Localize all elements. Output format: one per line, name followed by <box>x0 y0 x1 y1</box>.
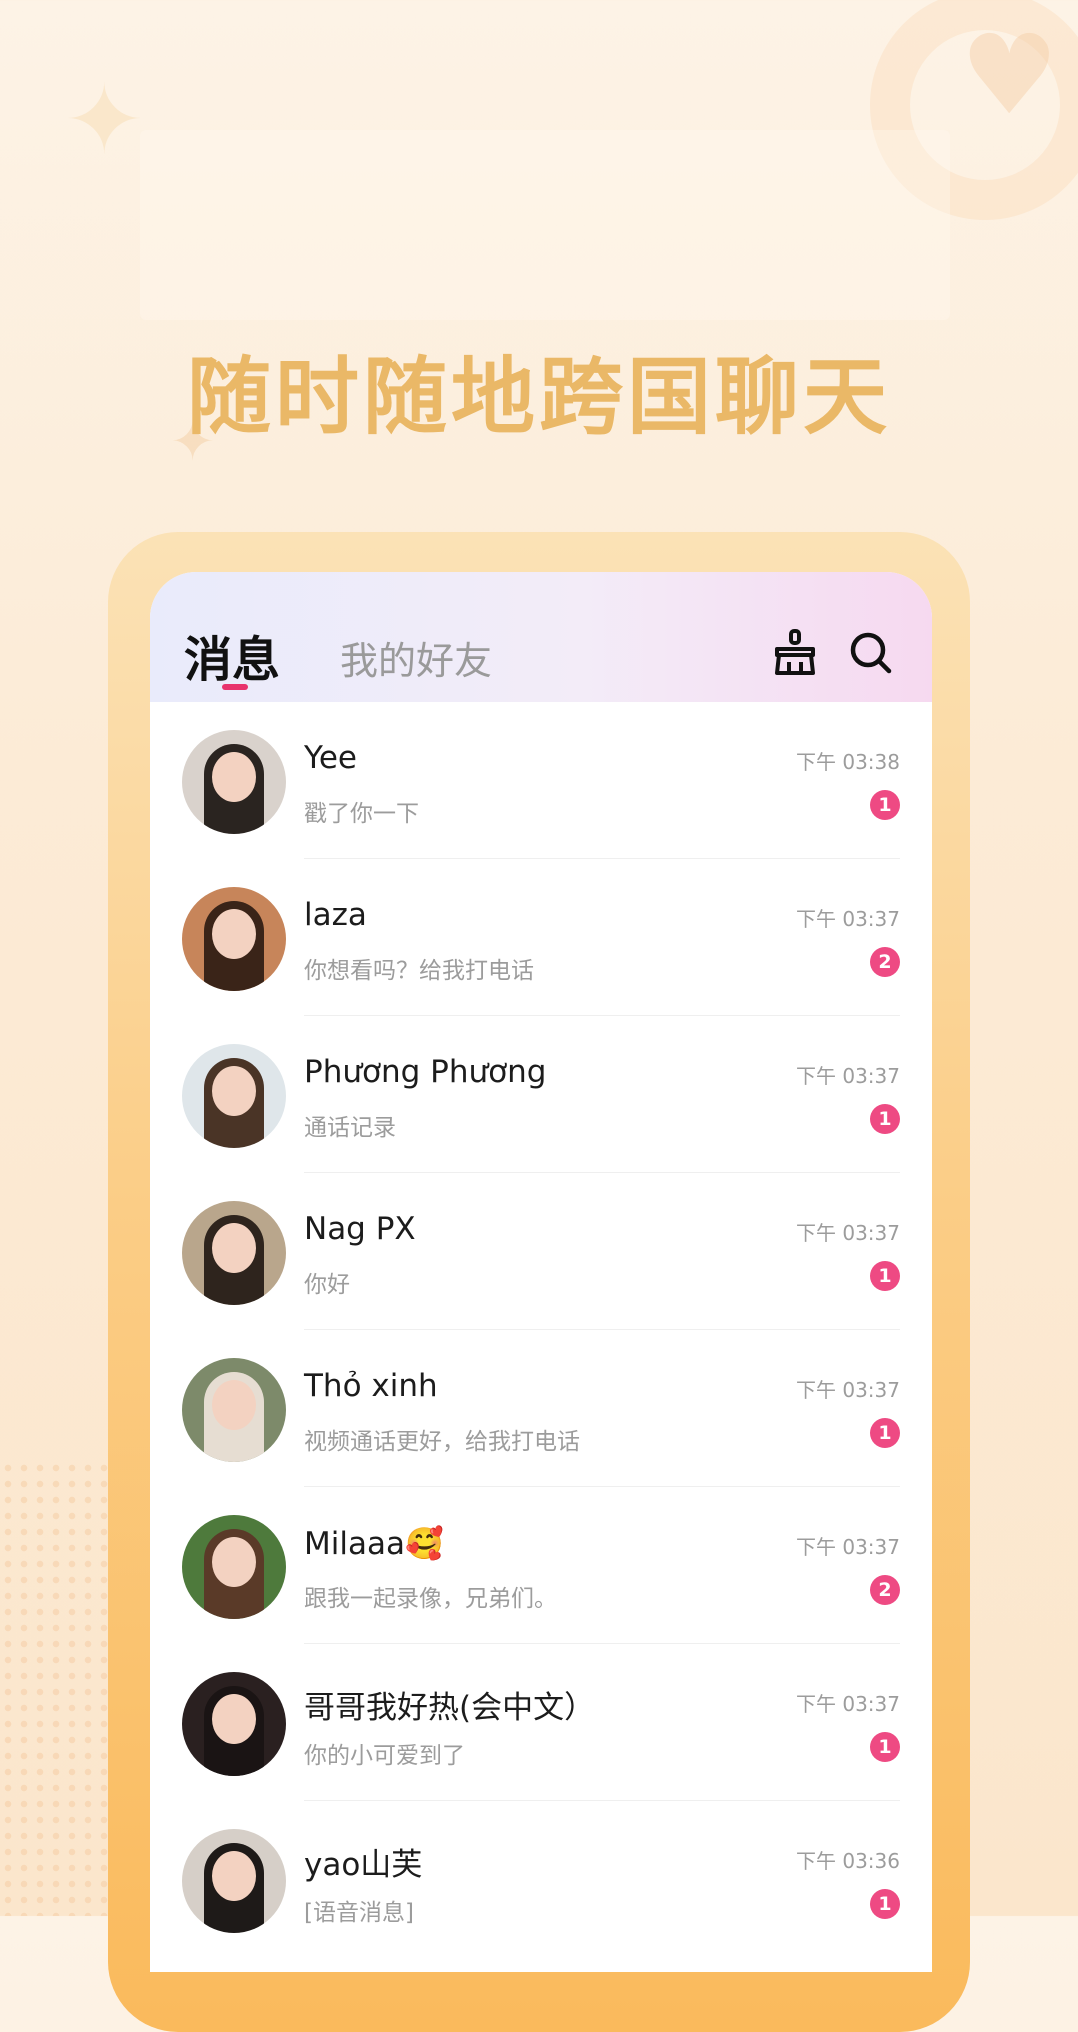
message-time: 下午 03:37 <box>796 1221 900 1245</box>
contact-name: Nag PX <box>304 1211 416 1247</box>
tab-messages[interactable]: 消息 <box>184 620 280 690</box>
unread-badge: 1 <box>870 790 900 820</box>
decorative-banner <box>140 130 950 320</box>
unread-badge: 1 <box>870 1732 900 1762</box>
conversation-row[interactable]: 哥哥我好热(会中文） 下午 03:37 你的小可爱到了 1 <box>150 1644 932 1801</box>
sparkle-icon: ✦ <box>64 64 145 176</box>
contact-name: Milaaa🥰 <box>304 1526 444 1562</box>
avatar[interactable] <box>182 887 286 991</box>
unread-badge: 1 <box>870 1418 900 1448</box>
app-screen: 消息 我的好友 Yee 下午 03:38 戳了你一下 1 laza 下午 03:… <box>150 572 932 1972</box>
message-preview: 通话记录 <box>304 1115 396 1141</box>
message-preview: [语音消息] <box>304 1900 414 1926</box>
broom-icon[interactable] <box>770 628 820 678</box>
conversation-list: Yee 下午 03:38 戳了你一下 1 laza 下午 03:37 你想看吗？… <box>150 702 932 1958</box>
contact-name: Thỏ xinh <box>304 1368 438 1404</box>
heart-icon: ♥ <box>960 11 1059 139</box>
message-preview: 跟我一起录像，兄弟们。 <box>304 1586 557 1612</box>
conversation-row[interactable]: Milaaa🥰 下午 03:37 跟我一起录像，兄弟们。 2 <box>150 1487 932 1644</box>
unread-badge: 2 <box>870 1575 900 1605</box>
avatar[interactable] <box>182 1358 286 1462</box>
contact-name: laza <box>304 897 367 933</box>
unread-badge: 2 <box>870 947 900 977</box>
conversation-row[interactable]: laza 下午 03:37 你想看吗？给我打电话 2 <box>150 859 932 1016</box>
message-time: 下午 03:37 <box>796 1535 900 1559</box>
message-time: 下午 03:37 <box>796 1064 900 1088</box>
message-time: 下午 03:38 <box>796 750 900 774</box>
avatar[interactable] <box>182 730 286 834</box>
message-time: 下午 03:37 <box>796 907 900 931</box>
conversation-row[interactable]: yao山芙 下午 03:36 [语音消息] 1 <box>150 1801 932 1958</box>
message-time: 下午 03:37 <box>796 1692 900 1716</box>
tab-friends[interactable]: 我的好友 <box>340 630 492 685</box>
avatar[interactable] <box>182 1672 286 1776</box>
message-preview: 戳了你一下 <box>304 801 419 827</box>
message-time: 下午 03:37 <box>796 1378 900 1402</box>
contact-name: 哥哥我好热(会中文） <box>304 1690 596 1726</box>
avatar[interactable] <box>182 1829 286 1933</box>
search-icon[interactable] <box>846 628 896 678</box>
unread-badge: 1 <box>870 1261 900 1291</box>
promo-headline: 随时随地跨国聊天 <box>186 348 891 446</box>
conversation-row[interactable]: Nag PX 下午 03:37 你好 1 <box>150 1173 932 1330</box>
avatar[interactable] <box>182 1044 286 1148</box>
conversation-row[interactable]: Phương Phương 下午 03:37 通话记录 1 <box>150 1016 932 1173</box>
conversation-row[interactable]: Yee 下午 03:38 戳了你一下 1 <box>150 702 932 859</box>
unread-badge: 1 <box>870 1104 900 1134</box>
tab-active-indicator <box>222 684 248 690</box>
avatar[interactable] <box>182 1201 286 1305</box>
conversation-row[interactable]: Thỏ xinh 下午 03:37 视频通话更好，给我打电话 1 <box>150 1330 932 1487</box>
message-time: 下午 03:36 <box>796 1849 900 1873</box>
decorative-dot-pattern <box>0 1460 120 1916</box>
avatar[interactable] <box>182 1515 286 1619</box>
contact-name: Yee <box>304 740 357 776</box>
message-preview: 你想看吗？给我打电话 <box>304 958 534 984</box>
message-preview: 视频通话更好，给我打电话 <box>304 1429 580 1455</box>
message-preview: 你好 <box>304 1272 350 1298</box>
unread-badge: 1 <box>870 1889 900 1919</box>
message-preview: 你的小可爱到了 <box>304 1743 465 1769</box>
contact-name: yao山芙 <box>304 1847 423 1883</box>
top-navigation-bar: 消息 我的好友 <box>150 572 932 702</box>
contact-name: Phương Phương <box>304 1054 547 1090</box>
